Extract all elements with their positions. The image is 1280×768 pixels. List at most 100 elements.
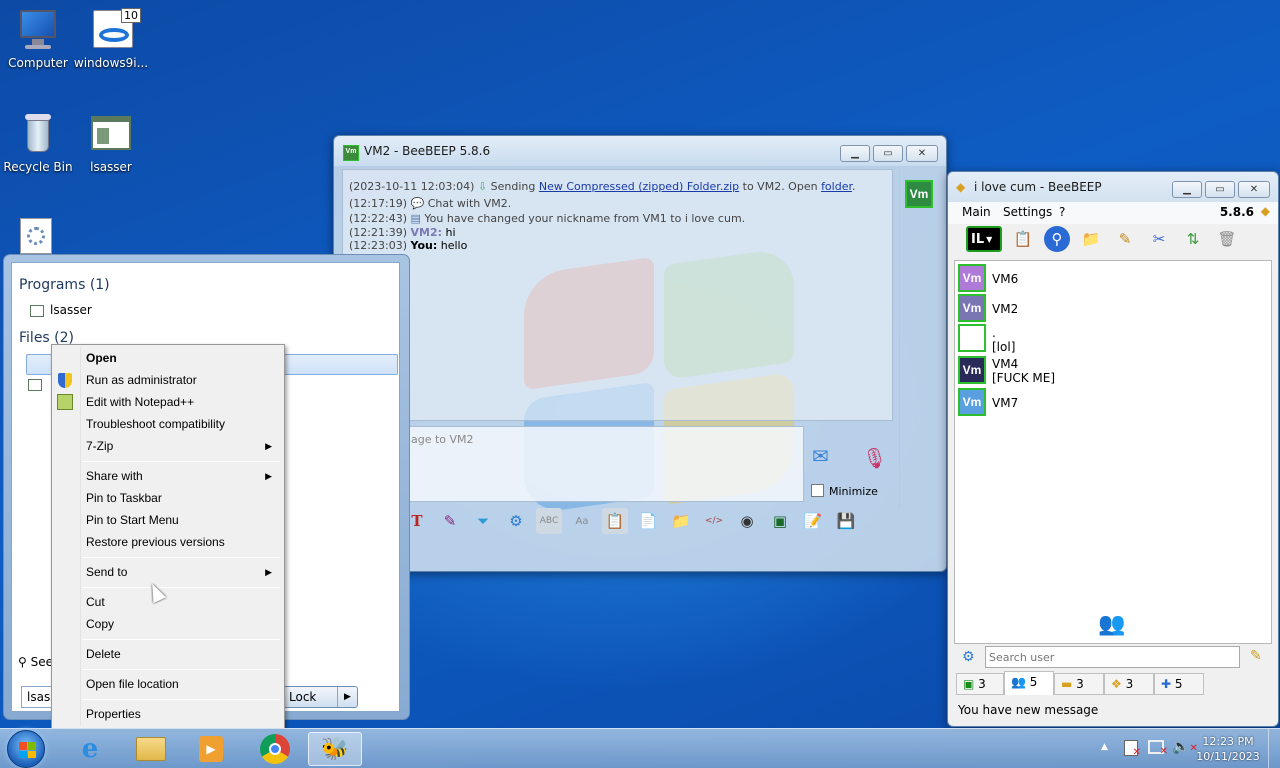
network-icon[interactable]: ⚲: [1044, 226, 1070, 252]
program-result[interactable]: lsasser: [30, 303, 92, 321]
lock-button[interactable]: Lock ▶: [280, 686, 358, 708]
clear-search-icon[interactable]: ✎: [1250, 648, 1262, 664]
minimize-checkbox[interactable]: [811, 484, 824, 497]
user-avatar[interactable]: Vm: [905, 180, 933, 208]
user-avatar: Vm: [958, 356, 986, 384]
action-center-icon[interactable]: ✕: [1124, 740, 1141, 758]
tab-users[interactable]: 👥 5: [1004, 671, 1054, 695]
screenshot-icon[interactable]: ◉: [734, 508, 760, 534]
message-input[interactable]: age to VM2: [404, 426, 804, 502]
menu-separator: [82, 669, 280, 670]
log-icon[interactable]: ▣: [767, 508, 793, 534]
menu-item-open[interactable]: Open: [86, 351, 117, 365]
groups-icon[interactable]: 📁: [1078, 226, 1104, 252]
menu-item-open-location[interactable]: Open file location: [86, 677, 179, 691]
color-icon[interactable]: ✎: [437, 508, 463, 534]
menu-item-copy[interactable]: Copy: [86, 617, 114, 631]
menu-separator: [82, 699, 280, 700]
chat-window[interactable]: Vm VM2 - BeeBEEP 5.8.6 ▁ ▭ ✕ (2023-10-11…: [333, 135, 947, 572]
view-tabs: ▣ 3 👥 5 ▬ 3 ❖ 3 ✚ 5: [956, 671, 1204, 695]
user-row[interactable]: Vm VM4 [FUCK ME]: [958, 356, 1258, 386]
volume-icon[interactable]: 🔈✕: [1172, 739, 1198, 755]
taskbar-internet-explorer[interactable]: e: [63, 732, 117, 766]
file-link[interactable]: New Compressed (zipped) Folder.zip: [539, 180, 739, 193]
menu-item-cut[interactable]: Cut: [86, 595, 105, 609]
tab-shares[interactable]: ❖ 3: [1104, 673, 1154, 695]
menu-item-troubleshoot[interactable]: Troubleshoot compatibility: [86, 417, 225, 431]
menu-settings[interactable]: Settings: [1003, 205, 1052, 219]
minimize-button[interactable]: ▁: [840, 145, 870, 162]
maximize-button[interactable]: ▭: [873, 145, 903, 162]
maximize-button[interactable]: ▭: [1205, 181, 1235, 198]
user-row[interactable]: Vm VM6: [958, 264, 1258, 292]
desktop-icon-computer[interactable]: Computer: [0, 8, 76, 70]
menu-item-edit-notepad[interactable]: Edit with Notepad++: [86, 395, 194, 409]
status-selector[interactable]: IL ▼: [966, 226, 1002, 252]
menu-item-7zip[interactable]: 7-Zip: [86, 439, 113, 453]
notes-icon[interactable]: 📝: [800, 508, 826, 534]
update-icon: ◆: [1260, 204, 1270, 218]
settings-file-icon[interactable]: [20, 218, 52, 254]
search-user-input[interactable]: [985, 646, 1240, 668]
taskbar-beebeep[interactable]: 🐝: [308, 732, 362, 766]
tab-chats[interactable]: ▣ 3: [956, 673, 1004, 695]
close-button[interactable]: ✕: [906, 145, 938, 162]
text-size-icon[interactable]: Aa: [569, 508, 595, 534]
network-tray-icon[interactable]: ✕: [1148, 740, 1168, 757]
see-more-results[interactable]: ⚲ See: [18, 655, 53, 669]
menu-item-properties[interactable]: Properties: [86, 707, 141, 721]
taskbar-explorer[interactable]: [124, 732, 178, 766]
tab-groups[interactable]: ▬ 3: [1054, 673, 1104, 695]
user-row[interactable]: Vm VM7: [958, 388, 1258, 416]
tab-network[interactable]: ✚ 5: [1154, 673, 1204, 695]
taskbar-chrome[interactable]: [248, 732, 302, 766]
desktop-icon-lsasser[interactable]: lsasser: [73, 112, 149, 174]
tools-icon[interactable]: ✂: [1146, 226, 1172, 252]
start-button[interactable]: [7, 730, 45, 768]
clear-icon[interactable]: 🗑: [1214, 226, 1240, 252]
menu-help[interactable]: ?: [1059, 205, 1065, 219]
filter-icon[interactable]: ⏷: [470, 508, 496, 534]
menu-item-send-to[interactable]: Send to: [86, 565, 127, 579]
save-icon[interactable]: 💾: [833, 508, 859, 534]
menu-item-pin-taskbar[interactable]: Pin to Taskbar: [86, 491, 162, 505]
microphone-icon[interactable]: 🎙: [862, 446, 887, 470]
menu-item-pin-start[interactable]: Pin to Start Menu: [86, 513, 179, 527]
edit-profile-icon[interactable]: 📋: [1010, 226, 1036, 252]
write-message-icon[interactable]: ✎: [1112, 226, 1138, 252]
desktop-icon-recycle-bin[interactable]: Recycle Bin: [0, 112, 76, 174]
desktop-icon-label: Recycle Bin: [3, 160, 73, 174]
beebeep-main-window[interactable]: ◆ i love cum - BeeBEEP ▁ ▭ ✕ Main Settin…: [947, 171, 1279, 727]
desktop-icon-installer[interactable]: 10 windows9i...: [73, 8, 149, 70]
minimize-checkbox-label: Minimize: [829, 485, 878, 498]
user-row[interactable]: . [lol]: [958, 324, 1258, 354]
installer-icon: 10: [89, 8, 141, 52]
clipboard-icon[interactable]: 📋: [602, 508, 628, 534]
user-row[interactable]: Vm VM2: [958, 294, 1258, 322]
send-button[interactable]: ✉: [812, 444, 844, 472]
search-settings-icon[interactable]: ⚙: [962, 649, 975, 665]
folder-link[interactable]: folder: [821, 180, 852, 193]
show-desktop-button[interactable]: [1268, 729, 1280, 768]
message-line: (12:17:19) 💬 Chat with VM2.: [349, 197, 512, 210]
show-hidden-icons[interactable]: ▲: [1101, 742, 1108, 752]
menu-item-restore-versions[interactable]: Restore previous versions: [86, 535, 225, 549]
menu-item-run-as-admin[interactable]: Run as administrator: [86, 373, 197, 387]
menu-item-delete[interactable]: Delete: [86, 647, 121, 661]
send-file-icon[interactable]: 📄: [635, 508, 661, 534]
taskbar-media-player[interactable]: ▶: [184, 732, 238, 766]
menu-main[interactable]: Main: [962, 205, 991, 219]
menu-item-share-with[interactable]: Share with: [86, 469, 143, 483]
code-icon[interactable]: </>: [701, 508, 727, 534]
menu-bar: Main Settings ? 5.8.6 ◆: [948, 202, 1278, 224]
settings-gear-icon[interactable]: ⚙: [503, 508, 529, 534]
lock-options-arrow[interactable]: ▶: [337, 687, 357, 707]
send-folder-icon[interactable]: 📁: [668, 508, 694, 534]
spellcheck-icon[interactable]: ABC: [536, 508, 562, 534]
minimize-button[interactable]: ▁: [1172, 181, 1202, 198]
user-name: VM2: [992, 302, 1019, 316]
clock[interactable]: 12:23 PM 10/11/2023: [1196, 734, 1260, 764]
transfer-icon[interactable]: ⇅: [1180, 226, 1206, 252]
close-button[interactable]: ✕: [1238, 181, 1270, 198]
submenu-arrow-icon: ▶: [265, 472, 272, 482]
